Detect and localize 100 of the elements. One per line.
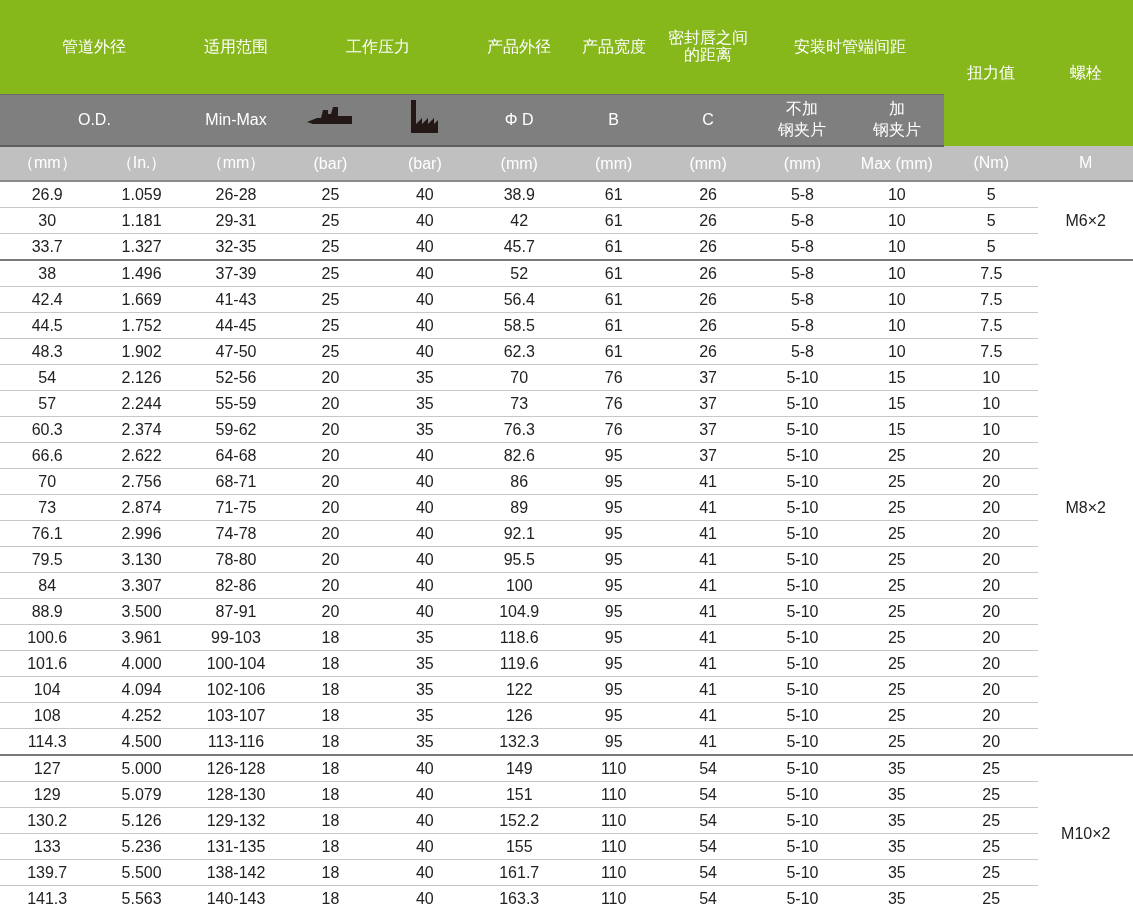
table-cell: 5-10 bbox=[755, 676, 850, 703]
table-cell: 126-128 bbox=[188, 755, 284, 782]
table-cell: 18 bbox=[283, 807, 378, 834]
table-cell: 25 bbox=[944, 885, 1039, 911]
table-cell: 10 bbox=[849, 286, 945, 313]
table-cell: 5 bbox=[944, 233, 1039, 260]
table-cell: 5-8 bbox=[755, 312, 850, 339]
table-cell: M10×2 bbox=[1038, 755, 1133, 911]
table-cell: 70 bbox=[472, 364, 567, 391]
table-cell: 110 bbox=[566, 781, 661, 808]
table-cell: 95 bbox=[566, 546, 661, 573]
table-cell: 40 bbox=[377, 181, 473, 208]
table-cell: 54 bbox=[660, 885, 756, 911]
table-cell: 25 bbox=[944, 807, 1039, 834]
table-cell: 5-10 bbox=[755, 442, 850, 469]
table-cell: 155 bbox=[472, 833, 567, 860]
table-cell: 26 bbox=[660, 207, 756, 234]
table-cell: 20 bbox=[944, 650, 1039, 677]
column-header: 适用范围 bbox=[188, 0, 284, 95]
table-cell: 40 bbox=[377, 781, 473, 808]
table-cell: 5-8 bbox=[755, 286, 850, 313]
column-header: 工作压力 bbox=[283, 0, 473, 95]
table-cell: 110 bbox=[566, 807, 661, 834]
table-cell: 5-8 bbox=[755, 233, 850, 260]
table-cell: 35 bbox=[849, 833, 945, 860]
table-cell: 7.5 bbox=[944, 286, 1039, 313]
table-cell: 25 bbox=[849, 702, 945, 729]
table-cell: 5-10 bbox=[755, 807, 850, 834]
table-cell: 5-10 bbox=[755, 468, 850, 495]
table-cell: 54 bbox=[660, 781, 756, 808]
column-header: 扭力值 bbox=[944, 0, 1039, 146]
table-cell: 42 bbox=[472, 207, 567, 234]
table-cell: 25 bbox=[849, 572, 945, 599]
table-cell: 18 bbox=[283, 833, 378, 860]
table-cell: 25 bbox=[849, 468, 945, 495]
table-cell: 25 bbox=[849, 728, 945, 755]
table-cell: 58.5 bbox=[472, 312, 567, 339]
table-cell: 35 bbox=[377, 728, 473, 755]
table-cell: 70 bbox=[0, 468, 95, 495]
table-cell: 40 bbox=[377, 260, 473, 287]
table-cell: 1.902 bbox=[94, 338, 189, 365]
table-cell: 37 bbox=[660, 442, 756, 469]
table-cell: 10 bbox=[849, 260, 945, 287]
table-cell: 37 bbox=[660, 364, 756, 391]
table-cell: 18 bbox=[283, 885, 378, 911]
table-cell: 95 bbox=[566, 468, 661, 495]
table-cell: 40 bbox=[377, 233, 473, 260]
table-cell: 60.3 bbox=[0, 416, 95, 443]
column-subheader: B bbox=[566, 94, 661, 146]
table-cell: 20 bbox=[283, 598, 378, 625]
table-cell: 5 bbox=[944, 207, 1039, 234]
table-cell: 5-10 bbox=[755, 416, 850, 443]
unit-label: Max (mm) bbox=[849, 146, 945, 181]
table-cell: 10 bbox=[849, 338, 945, 365]
table-cell: 5-10 bbox=[755, 520, 850, 547]
column-header: 产品宽度 bbox=[566, 0, 661, 95]
table-cell: 4.094 bbox=[94, 676, 189, 703]
table-cell: 5-10 bbox=[755, 494, 850, 521]
table-cell: 55-59 bbox=[188, 390, 284, 417]
table-cell: 161.7 bbox=[472, 859, 567, 886]
table-cell: 61 bbox=[566, 260, 661, 287]
table-cell: 126 bbox=[472, 702, 567, 729]
table-cell: 41 bbox=[660, 676, 756, 703]
table-cell: 1.669 bbox=[94, 286, 189, 313]
table-cell: 95 bbox=[566, 442, 661, 469]
table-cell: 84 bbox=[0, 572, 95, 599]
table-cell: 7.5 bbox=[944, 312, 1039, 339]
table-cell: 5-10 bbox=[755, 833, 850, 860]
column-subheader: O.D. bbox=[0, 94, 189, 146]
table-cell: 42.4 bbox=[0, 286, 95, 313]
column-header: 管道外径 bbox=[0, 0, 189, 95]
table-cell: 41 bbox=[660, 494, 756, 521]
table-cell: 132.3 bbox=[472, 728, 567, 755]
table-cell: 129 bbox=[0, 781, 95, 808]
table-cell: 110 bbox=[566, 885, 661, 911]
table-cell: 35 bbox=[377, 390, 473, 417]
table-cell: 163.3 bbox=[472, 885, 567, 911]
table-cell: 122 bbox=[472, 676, 567, 703]
unit-label: （In.） bbox=[94, 146, 189, 181]
table-cell: 35 bbox=[377, 702, 473, 729]
table-cell: 76 bbox=[566, 416, 661, 443]
table-cell: 35 bbox=[377, 416, 473, 443]
table-cell: 76 bbox=[566, 364, 661, 391]
table-cell: 7.5 bbox=[944, 338, 1039, 365]
table-cell: 18 bbox=[283, 676, 378, 703]
table-cell: 26 bbox=[660, 233, 756, 260]
table-cell: 78-80 bbox=[188, 546, 284, 573]
table-cell: 25 bbox=[283, 260, 378, 287]
table-cell: 5-10 bbox=[755, 702, 850, 729]
column-subheader: C bbox=[660, 94, 756, 146]
table-cell: 4.252 bbox=[94, 702, 189, 729]
table-cell: 26 bbox=[660, 181, 756, 208]
unit-label: (mm) bbox=[566, 146, 661, 181]
table-cell: 40 bbox=[377, 468, 473, 495]
table-cell: 30 bbox=[0, 207, 95, 234]
table-cell: 32-35 bbox=[188, 233, 284, 260]
table-cell: 95 bbox=[566, 494, 661, 521]
table-cell: 129-132 bbox=[188, 807, 284, 834]
column-subheader: 不加 钢夹片 bbox=[755, 94, 850, 146]
table-cell: 25 bbox=[944, 755, 1039, 782]
